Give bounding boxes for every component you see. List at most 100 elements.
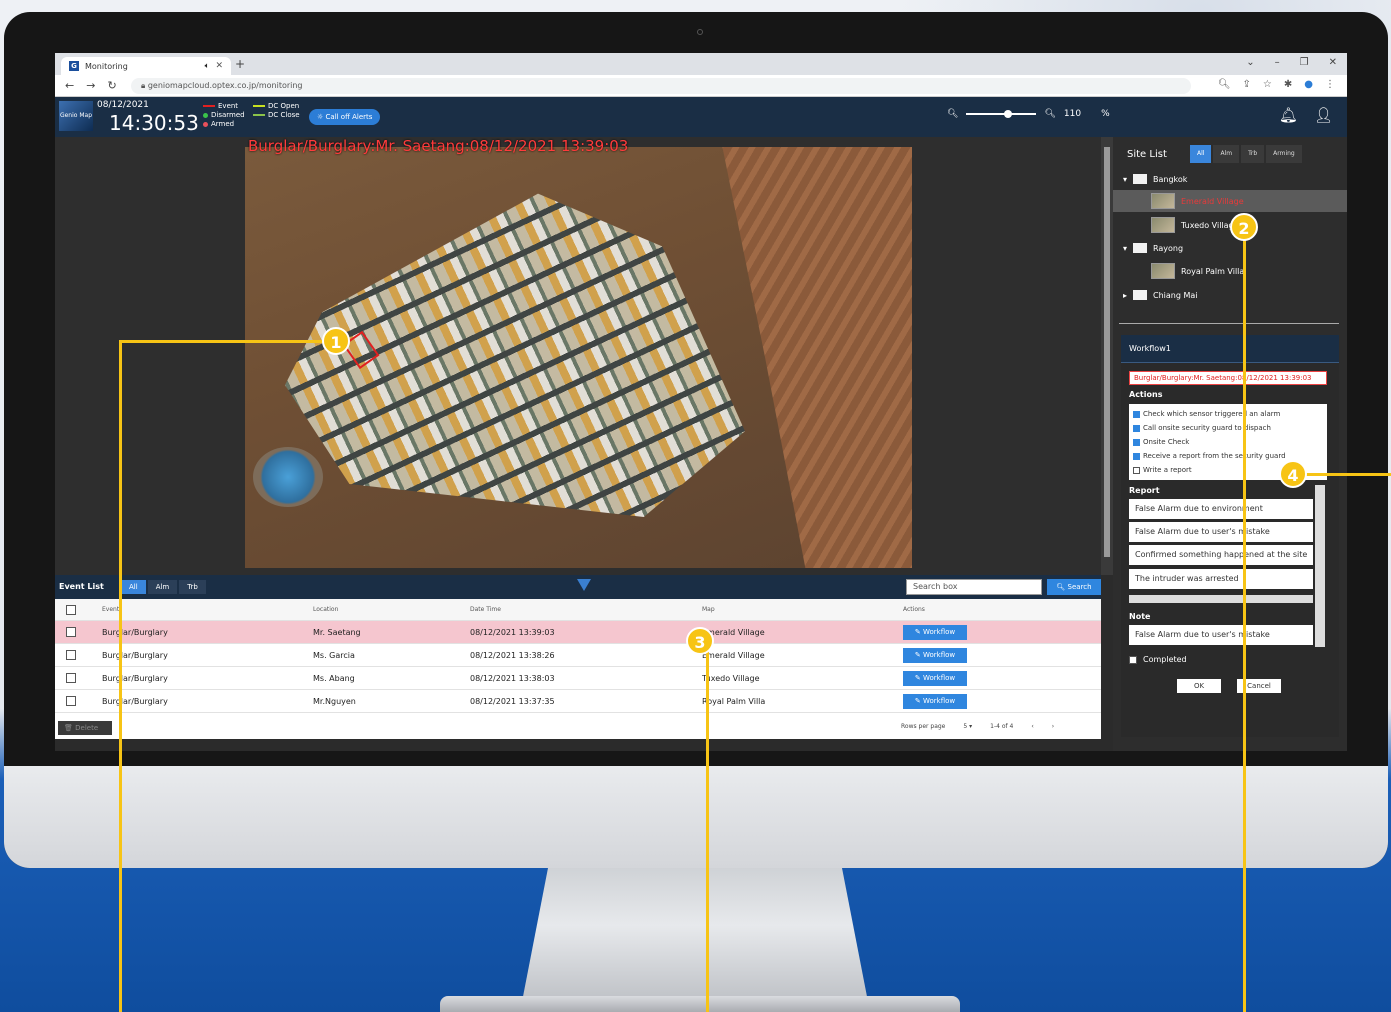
profile-extension-icon[interactable]: ● (1304, 79, 1313, 90)
search-input[interactable]: Search box (906, 579, 1042, 595)
action-checkbox[interactable] (1133, 438, 1140, 446)
speaker-icon[interactable]: 🔈︎ (205, 61, 210, 71)
delete-button[interactable]: 🗑︎ Delete (58, 721, 112, 735)
star-icon[interactable]: ☆ (1263, 79, 1272, 90)
callout-3: 3 (686, 627, 714, 655)
tree-folder-chiangmai[interactable]: ▸ Chiang Mai (1123, 290, 1198, 300)
rows-per-page-value: 5 (963, 723, 968, 730)
page-range: 1-4 of 4 (990, 723, 1014, 730)
zoom-slider-knob[interactable] (1004, 110, 1013, 118)
extensions-icon[interactable]: ✱ (1284, 79, 1292, 90)
url-field[interactable]: 🔒︎ geniomapcloud.optex.co.jp/monitoring (131, 78, 1191, 94)
bell-icon[interactable]: 🔔︎ (1279, 106, 1298, 124)
completed-toggle[interactable]: Completed (1129, 655, 1187, 664)
action-checkbox[interactable] (1133, 452, 1140, 460)
row-checkbox[interactable] (66, 627, 76, 637)
tree-site-tuxedo[interactable]: Tuxedo Village (1151, 217, 1239, 233)
map-scrollbar-thumb[interactable] (1104, 147, 1110, 557)
app-logo: Genio Map (59, 101, 93, 131)
event-list-header: Event List All Alm Trb Search box 🔍︎ Sea… (55, 575, 1101, 599)
table-header-row: Event Location Date Time Map Actions (55, 599, 1101, 621)
actions-label: Actions (1129, 390, 1163, 399)
tree-folder-rayong[interactable]: ▾ Rayong (1123, 243, 1183, 253)
report-option[interactable]: False Alarm due to environment (1129, 499, 1313, 519)
note-field[interactable]: False Alarm due to user's mistake (1129, 625, 1313, 645)
action-checkbox[interactable] (1133, 466, 1140, 474)
row-checkbox[interactable] (66, 696, 76, 706)
row-checkbox[interactable] (66, 650, 76, 660)
collapse-triangle-icon[interactable] (577, 579, 591, 591)
select-all-checkbox[interactable] (66, 605, 76, 615)
call-off-alerts-button[interactable]: ☼ Call off Alerts (309, 109, 381, 125)
table-row[interactable]: Burglar/Burglary Mr.Nguyen 08/12/2021 13… (55, 690, 1101, 713)
workflow-button[interactable]: ✎ Workflow (903, 648, 967, 663)
report-option[interactable]: False Alarm due to user's mistake (1129, 522, 1313, 542)
event-tab-trb[interactable]: Trb (179, 580, 206, 594)
table-row[interactable]: Burglar/Burglary Mr. Saetang 08/12/2021 … (55, 621, 1101, 644)
action-text: Onsite Check (1143, 438, 1190, 446)
report-horizontal-scrollbar[interactable] (1129, 595, 1313, 603)
restore-icon[interactable]: ❐ (1300, 57, 1309, 68)
workflow-label: Workflow (922, 697, 956, 705)
tree-site-emerald[interactable]: Emerald Village (1151, 193, 1244, 209)
row-location: Ms. Abang (313, 674, 355, 683)
prev-page-icon[interactable]: ‹ (1031, 723, 1033, 730)
workflow-label: Workflow (922, 651, 956, 659)
completed-checkbox[interactable] (1129, 655, 1137, 664)
site-tab-trb[interactable]: Trb (1241, 145, 1265, 163)
table-row[interactable]: Burglar/Burglary Ms. Abang 08/12/2021 13… (55, 667, 1101, 690)
action-item[interactable]: Check which sensor triggered an alarm (1133, 407, 1323, 421)
search-button-label: Search (1067, 583, 1092, 591)
legend-disarmed: Disarmed (211, 111, 245, 119)
tree-folder-bangkok[interactable]: ▾ Bangkok (1123, 174, 1187, 184)
search-icon: 🔍︎ (1056, 583, 1068, 591)
forward-icon[interactable]: → (86, 79, 95, 92)
report-option[interactable]: The intruder was arrested (1129, 569, 1313, 589)
site-tab-arming[interactable]: Arming (1266, 145, 1302, 163)
row-checkbox[interactable] (66, 673, 76, 683)
ok-button[interactable]: OK (1177, 679, 1221, 693)
rows-per-page-select[interactable]: 5 ▾ (963, 723, 972, 730)
workflow-button[interactable]: ✎ Workflow (903, 671, 967, 686)
report-vertical-scrollbar[interactable] (1315, 485, 1325, 647)
action-checkbox[interactable] (1133, 410, 1140, 418)
zoom-search-icon[interactable]: 🔍︎ (1218, 79, 1231, 90)
workflow-button[interactable]: ✎ Workflow (903, 694, 967, 709)
action-item[interactable]: Onsite Check (1133, 435, 1323, 449)
row-datetime: 08/12/2021 13:39:03 (470, 628, 555, 637)
event-tab-alm[interactable]: Alm (147, 580, 178, 594)
row-map: Tuxedo Village (702, 674, 760, 683)
report-option[interactable]: Confirmed something happened at the site (1129, 545, 1313, 565)
map-area[interactable]: Burglar/Burglary:Mr. Saetang:08/12/2021 … (55, 137, 1101, 575)
aerial-map-image[interactable] (245, 147, 912, 568)
menu-icon[interactable]: ⋮ (1325, 79, 1335, 90)
next-page-icon[interactable]: › (1052, 723, 1054, 730)
zoom-slider[interactable] (966, 110, 1037, 118)
table-row[interactable]: Burglar/Burglary Ms. Garcia 08/12/2021 1… (55, 644, 1101, 667)
chevron-down-icon[interactable]: ⌄ (1246, 57, 1254, 68)
search-button[interactable]: 🔍︎ Search (1047, 579, 1101, 595)
site-tab-all[interactable]: All (1190, 145, 1212, 163)
close-window-icon[interactable]: ✕ (1329, 57, 1337, 68)
back-icon[interactable]: ← (65, 79, 74, 92)
callout-2: 2 (1230, 213, 1258, 241)
action-checkbox[interactable] (1133, 424, 1140, 432)
share-icon[interactable]: ⇪ (1243, 79, 1251, 90)
close-tab-icon[interactable]: ✕ (215, 61, 223, 71)
workflow-button[interactable]: ✎ Workflow (903, 625, 967, 640)
zoom-in-icon[interactable]: 🔍︎ (1044, 109, 1055, 119)
reload-icon[interactable]: ↻ (107, 79, 116, 92)
status-legend: Event Disarmed Armed (203, 102, 245, 129)
tree-site-royal[interactable]: Royal Palm Villa (1151, 263, 1244, 279)
action-item[interactable]: Call onsite security guard to dispach (1133, 421, 1323, 435)
event-tab-all[interactable]: All (121, 580, 146, 594)
header-date: 08/12/2021 (97, 100, 149, 110)
map-scrollbar[interactable] (1101, 137, 1113, 575)
browser-tab[interactable]: G Monitoring 🔈︎ ✕ (61, 57, 231, 75)
minimize-icon[interactable]: – (1275, 57, 1280, 68)
window-controls: ⌄ – ❐ ✕ (1246, 57, 1337, 68)
site-tab-alm[interactable]: Alm (1213, 145, 1240, 163)
zoom-out-icon[interactable]: 🔍︎ (947, 109, 958, 119)
new-tab-icon[interactable]: + (235, 57, 245, 71)
user-icon[interactable]: 👤︎ (1314, 106, 1333, 124)
